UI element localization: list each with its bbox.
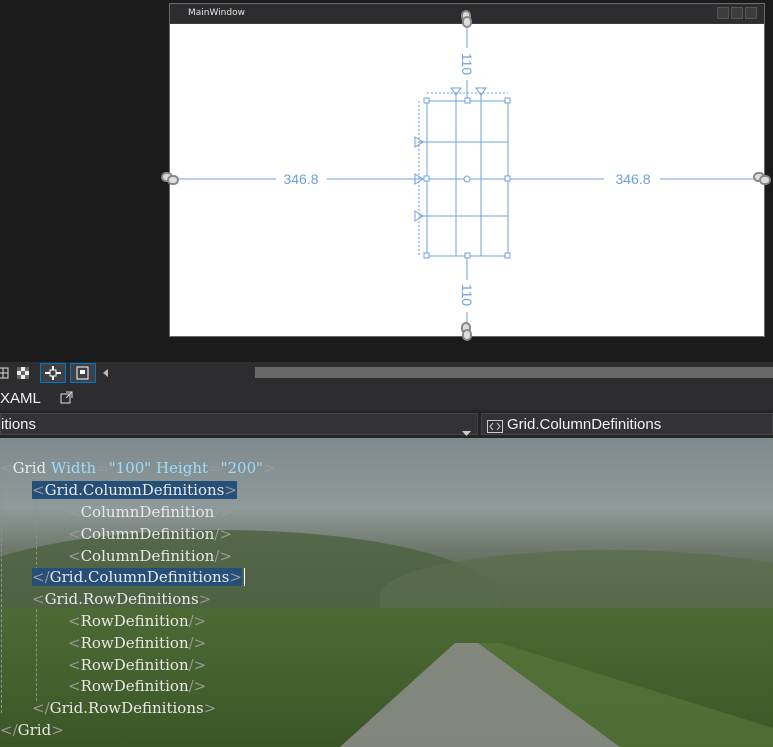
code-line: <ColumnDefinition/> <box>68 525 232 543</box>
resize-handle <box>423 175 430 182</box>
code-line: <RowDefinition/> <box>68 612 207 630</box>
resize-handle <box>504 175 511 182</box>
chain-link-icon <box>461 10 472 28</box>
left-margin-label: 346.8 <box>283 171 318 187</box>
navigation-bar: itions Grid.ColumnDefinitions <box>0 410 773 438</box>
resize-handle <box>464 252 471 259</box>
member-combo[interactable]: Grid.ColumnDefinitions <box>481 413 773 435</box>
resize-handle <box>423 97 430 104</box>
xaml-code-editor[interactable]: <Grid Width="100" Height="200"> <Grid.Co… <box>0 438 773 747</box>
code-line: </Grid.RowDefinitions> <box>32 699 217 717</box>
center-handle <box>463 175 471 183</box>
code-line: <ColumnDefinition/> <box>68 503 232 521</box>
chain-link-icon <box>161 172 179 185</box>
element-scope-value: itions <box>1 416 37 433</box>
code-line: </Grid> <box>0 721 64 739</box>
bottom-margin-label: 110 <box>459 284 475 307</box>
top-margin-label: 110 <box>459 53 475 76</box>
xaml-tab-bar: XAML <box>0 384 773 412</box>
code-line: <RowDefinition/> <box>68 656 207 674</box>
resize-handle <box>504 252 511 259</box>
snap-icon[interactable] <box>40 363 66 383</box>
code-lines[interactable]: <Grid Width="100" Height="200"> <Grid.Co… <box>0 438 773 747</box>
scroll-left-icon[interactable] <box>100 363 112 383</box>
resize-handle <box>464 97 471 104</box>
element-scope-combo[interactable]: itions <box>0 413 478 436</box>
chain-link-icon <box>753 172 771 185</box>
code-line: <RowDefinition/> <box>68 634 207 652</box>
member-combo-value: Grid.ColumnDefinitions <box>507 416 662 433</box>
checkerboard-icon[interactable] <box>13 363 35 383</box>
code-line: <Grid.RowDefinitions> <box>32 590 212 608</box>
tab-xaml[interactable]: XAML <box>0 390 41 407</box>
resize-handle <box>423 252 430 259</box>
code-line: </Grid.ColumnDefinitions> <box>32 566 245 588</box>
grid-adorner-overlay: 346.8 346.8 110 110 <box>161 10 771 341</box>
code-line: <Grid Width="100" Height="200"> <box>0 459 276 477</box>
resize-handle <box>504 97 511 104</box>
horizontal-scrollbar[interactable] <box>255 367 773 378</box>
code-line: <Grid.ColumnDefinitions> <box>32 481 237 499</box>
code-bracket-icon <box>487 418 503 437</box>
chain-link-icon <box>461 322 472 341</box>
right-margin-label: 346.8 <box>615 171 650 187</box>
artboard-icon[interactable] <box>70 363 96 383</box>
code-line: <RowDefinition/> <box>68 677 207 695</box>
popout-icon[interactable] <box>60 390 74 409</box>
designer-surface[interactable]: MainWindow 346.8 346.8 110 110 <box>0 0 773 362</box>
code-line: <ColumnDefinition/> <box>68 547 232 565</box>
